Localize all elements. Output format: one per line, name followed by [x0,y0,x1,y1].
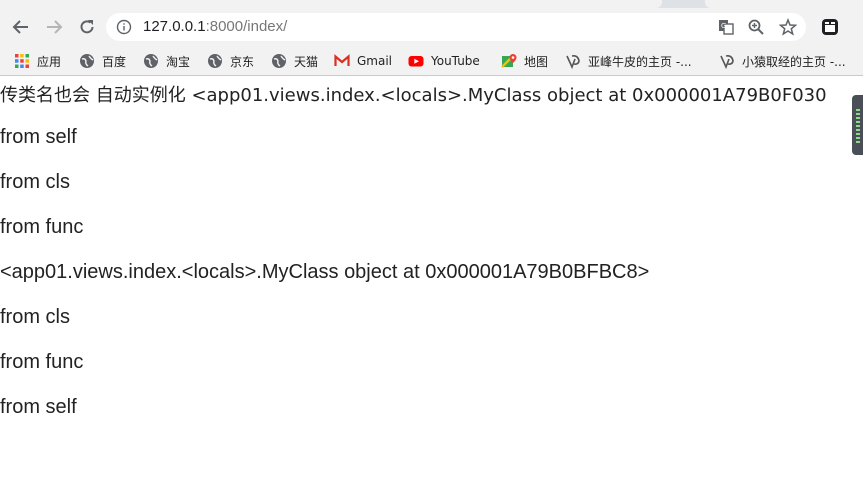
globe-icon [80,54,94,68]
output-line: 传类名也会 自动实例化 <app01.views.index.<locals>.… [0,85,827,106]
bookmark-baidu[interactable]: 百度 [79,51,126,71]
maps-icon [501,54,517,68]
bookmark-label: Gmail [357,54,393,68]
bookmark-label: 地图 [524,54,549,69]
bookmark-label: 淘宝 [166,54,191,69]
bookmark-gmail[interactable]: Gmail [334,51,392,71]
bookmark-maps[interactable]: 地图 [501,51,548,71]
youtube-icon [408,56,424,67]
bookmark-label: 百度 [102,54,127,69]
url-host: 127.0.0.1 [143,18,206,35]
active-tab[interactable] [0,0,662,8]
url-path: :8000/index/ [205,18,288,35]
address-bar[interactable]: 127.0.0.1:8000/index/ G [106,13,806,41]
globe-icon [272,54,286,68]
reload-icon [80,20,94,34]
zoom-icon[interactable] [747,18,765,36]
level-bars [856,109,860,145]
extension-icon[interactable] [821,18,839,36]
url-text[interactable]: 127.0.0.1:8000/index/ [143,18,287,35]
bookmark-taobao[interactable]: 淘宝 [143,51,190,71]
bookmark-apps[interactable]: 应用 [14,51,61,71]
bookmark-tmall[interactable]: 天猫 [271,51,318,71]
bookmark-youtube[interactable]: YouTube [408,51,480,71]
blog-icon [720,55,734,69]
bookmark-star-icon[interactable] [779,18,797,36]
bookmarks-bar: 应用 百度 淘宝 京东 天猫 Gmail YouTube 地图 亚峰牛皮的主页 … [0,46,863,76]
blog-icon [566,55,580,69]
gmail-icon [334,54,350,66]
info-icon[interactable] [116,19,132,35]
forward-button[interactable] [43,16,65,38]
bookmark-label: YouTube [431,54,480,68]
bookmark-yafeng-home[interactable]: 亚峰牛皮的主页 -... [565,51,692,71]
tab-strip [0,0,863,8]
inactive-tab[interactable] [705,0,863,8]
browser-toolbar: 127.0.0.1:8000/index/ G [0,8,863,46]
globe-icon [144,54,158,68]
reload-button[interactable] [76,16,98,38]
bookmark-label: 京东 [230,54,255,69]
output-line: from cls [0,306,70,328]
translate-icon[interactable]: G [717,18,735,36]
back-button[interactable] [10,16,32,38]
side-widget[interactable] [852,95,863,155]
bookmark-label: 小猿取经的主页 -... [742,54,846,69]
bookmark-label: 天猫 [294,54,319,69]
globe-icon [208,54,222,68]
output-line: from self [0,126,77,148]
bookmark-label: 亚峰牛皮的主页 -... [588,54,692,69]
output-line: from cls [0,171,70,193]
arrow-right-icon [47,20,63,34]
page-content: 传类名也会 自动实例化 <app01.views.index.<locals>.… [0,77,863,495]
svg-text:G: G [721,22,726,30]
arrow-left-icon [12,20,28,34]
output-line: <app01.views.index.<locals>.MyClass obje… [0,261,650,283]
output-line: from func [0,351,84,373]
bookmark-jd[interactable]: 京东 [207,51,254,71]
bookmark-xiaoyuan-home[interactable]: 小猿取经的主页 -... [719,51,846,71]
bookmark-label: 应用 [37,54,62,69]
output-line: from self [0,396,77,418]
output-line: from func [0,216,84,238]
apps-grid-icon [15,54,29,68]
